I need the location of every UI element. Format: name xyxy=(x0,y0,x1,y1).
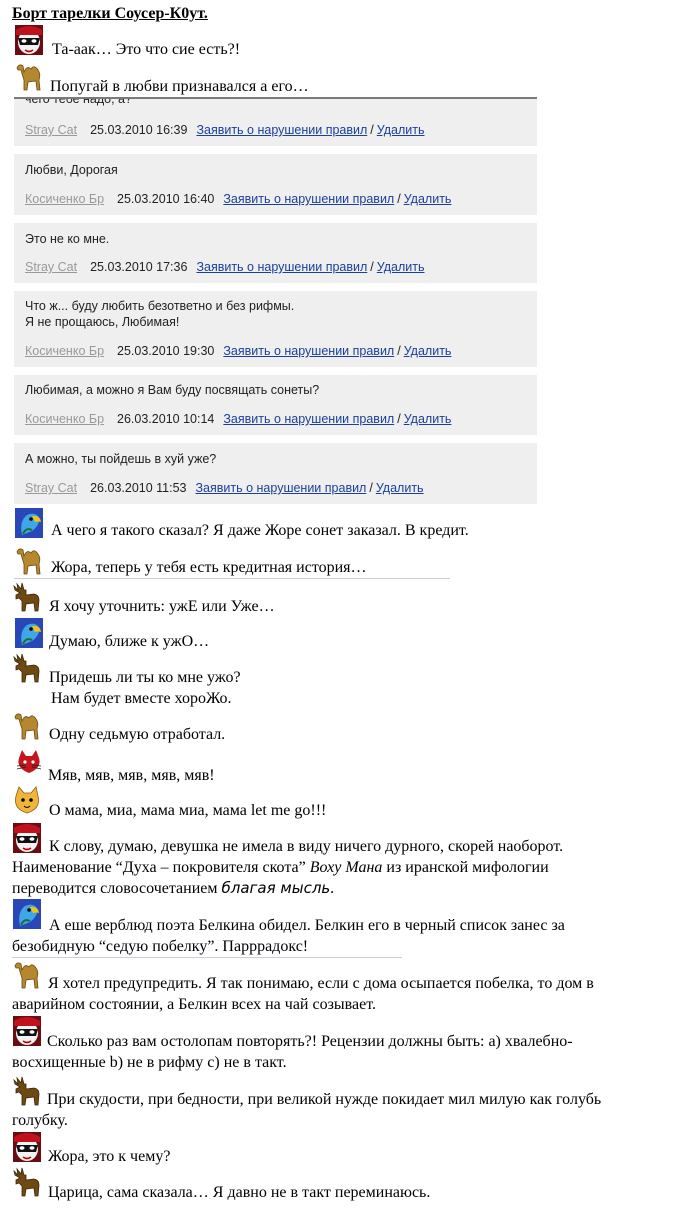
post-date: 26.03.2010 11:53 xyxy=(90,481,187,495)
dialogue-line: Та-аак… Это что сие есть?! xyxy=(52,41,241,58)
harlequin-avatar-icon xyxy=(12,1131,42,1163)
dialogue-line: Жора, теперь у тебя есть кредитная истор… xyxy=(51,559,367,576)
camel-avatar-icon xyxy=(16,64,41,91)
dialogue-paragraph: К слову, думаю, девушка не имела в виду … xyxy=(12,836,612,899)
delete-link[interactable]: Удалить xyxy=(404,412,452,426)
dialogue-line: Царица, сама сказала… Я давно не в такт … xyxy=(48,1184,431,1201)
post-date: 25.03.2010 16:40 xyxy=(117,192,215,206)
red-cat-avatar-icon xyxy=(16,749,42,774)
camel-avatar-icon xyxy=(14,713,39,740)
report-link[interactable]: Заявить о нарушении правил xyxy=(223,344,394,358)
dialogue-line: Мяв, мяв, мяв, мяв, мяв! xyxy=(48,767,215,784)
dialogue-paragraph: Я хотел предупредить. Я так понимаю, есл… xyxy=(12,975,594,1013)
dialogue-line: Жора, это к чему? xyxy=(48,1148,171,1165)
author-link[interactable]: Косиченко Бр xyxy=(25,344,104,358)
delete-link[interactable]: Удалить xyxy=(404,344,452,358)
moose-avatar-icon xyxy=(13,582,40,612)
dialogue-line: О мама, миа, мама миа, мама let me go!!! xyxy=(49,802,327,819)
forum-post: Что ж... буду любить безответно и без ри… xyxy=(14,291,537,367)
screenshot-cut-line xyxy=(14,97,537,99)
author-link[interactable]: Stray Cat xyxy=(25,123,77,137)
report-link[interactable]: Заявить о нарушении правил xyxy=(196,481,367,495)
dialogue-line: Я хочу уточнить: ужЕ или Уже… xyxy=(49,598,275,615)
link-separator: / xyxy=(397,192,401,206)
dialogue-line: Думаю, ближе к ужО… xyxy=(49,633,210,650)
paragraph-italic-2: благая мысль. xyxy=(221,879,336,897)
author-link[interactable]: Stray Cat xyxy=(25,481,77,495)
separator-line xyxy=(12,957,402,958)
forum-post: чего тебе надо, а? Stray Cat 25.03.2010 1… xyxy=(14,99,537,146)
forum-post: А можно, ты пойдешь в хуй уже? Stray Cat… xyxy=(14,443,537,504)
dialogue-line-2: Нам будет вместе хороЖо. xyxy=(51,690,232,707)
post-meta: Stray Cat 25.03.2010 16:39 Заявить о наруш… xyxy=(25,123,425,137)
dialogue-paragraph: Сколько раз вам остолопам повторять?! Ре… xyxy=(12,1033,573,1071)
forum-post: Любви, Дорогая Косиченко Бр 25.03.2010 16… xyxy=(14,154,537,215)
delete-link[interactable]: Удалить xyxy=(404,192,452,206)
report-link[interactable]: Заявить о нарушении правил xyxy=(223,192,394,206)
delete-link[interactable]: Удалить xyxy=(377,260,425,274)
moose-avatar-icon xyxy=(13,1167,40,1197)
post-text: Что ж... буду любить безответно и без ри… xyxy=(25,299,295,313)
delete-link[interactable]: Удалить xyxy=(376,481,424,495)
dialogue-line: Попугай в любви признавался а его… xyxy=(50,78,309,95)
post-text: Любви, Дорогая xyxy=(25,163,118,177)
report-link[interactable]: Заявить о нарушении правил xyxy=(196,260,367,274)
author-link[interactable]: Stray Cat xyxy=(25,260,77,274)
forum-post: Это не ко мне. Stray Cat 25.03.2010 17:36… xyxy=(14,223,537,283)
dialogue-paragraph: При скудости, при бедности, при великой … xyxy=(12,1091,602,1129)
yellow-cat-avatar-icon xyxy=(14,786,40,814)
delete-link[interactable]: Удалить xyxy=(377,123,425,137)
author-link[interactable]: Косиченко Бр xyxy=(25,192,104,206)
forum-post: Любимая, а можно я Вам буду посвящать со… xyxy=(14,375,537,435)
post-text: А можно, ты пойдешь в хуй уже? xyxy=(25,452,217,466)
post-text-line2: Я не прощаюсь, Любимая! xyxy=(25,315,180,329)
post-meta: Stray Cat 25.03.2010 17:36 Заявить о наруш… xyxy=(25,260,425,274)
post-meta: Косиченко Бр 25.03.2010 16:40 Заявить о на… xyxy=(25,192,451,206)
post-date: 25.03.2010 17:36 xyxy=(90,260,188,274)
parrot-avatar-icon xyxy=(14,507,44,539)
dialogue-line: Придешь ли ты ко мне ужо? xyxy=(49,669,241,686)
page-title: Борт тарелки Соусер-К0ут. xyxy=(12,5,208,22)
post-meta: Stray Cat 26.03.2010 11:53 Заявить о наруш… xyxy=(25,481,424,495)
link-separator: / xyxy=(370,123,374,137)
link-separator: / xyxy=(397,344,401,358)
moose-avatar-icon xyxy=(13,653,40,683)
link-separator: / xyxy=(397,412,401,426)
post-text: Любимая, а можно я Вам буду посвящать со… xyxy=(25,383,320,397)
separator-line xyxy=(14,578,450,579)
dialogue-line: Одну седьмую отработал. xyxy=(49,726,226,743)
post-date: 25.03.2010 19:30 xyxy=(117,344,215,358)
report-link[interactable]: Заявить о нарушении правил xyxy=(223,412,394,426)
post-meta: Косиченко Бр 26.03.2010 10:14 Заявить о на… xyxy=(25,412,451,426)
dialogue-paragraph: А еше верблюд поэта Белкина обидел. Белк… xyxy=(12,917,565,955)
post-text: Это не ко мне. xyxy=(25,232,110,246)
post-date: 25.03.2010 16:39 xyxy=(90,123,188,137)
report-link[interactable]: Заявить о нарушении правил xyxy=(196,123,367,137)
camel-avatar-icon xyxy=(16,548,41,575)
dialogue-line: А чего я такого сказал? Я даже Жоре соне… xyxy=(51,522,469,539)
author-link[interactable]: Косиченко Бр xyxy=(25,412,104,426)
link-separator: / xyxy=(369,481,373,495)
harlequin-avatar-icon xyxy=(14,24,44,56)
post-meta: Косиченко Бр 25.03.2010 19:30 Заявить о на… xyxy=(25,344,451,358)
paragraph-italic: Воху Мана xyxy=(309,859,383,876)
parrot-avatar-icon xyxy=(14,617,44,649)
link-separator: / xyxy=(370,260,374,274)
post-text: чего тебе надо, а? xyxy=(25,99,132,106)
post-date: 26.03.2010 10:14 xyxy=(117,412,215,426)
